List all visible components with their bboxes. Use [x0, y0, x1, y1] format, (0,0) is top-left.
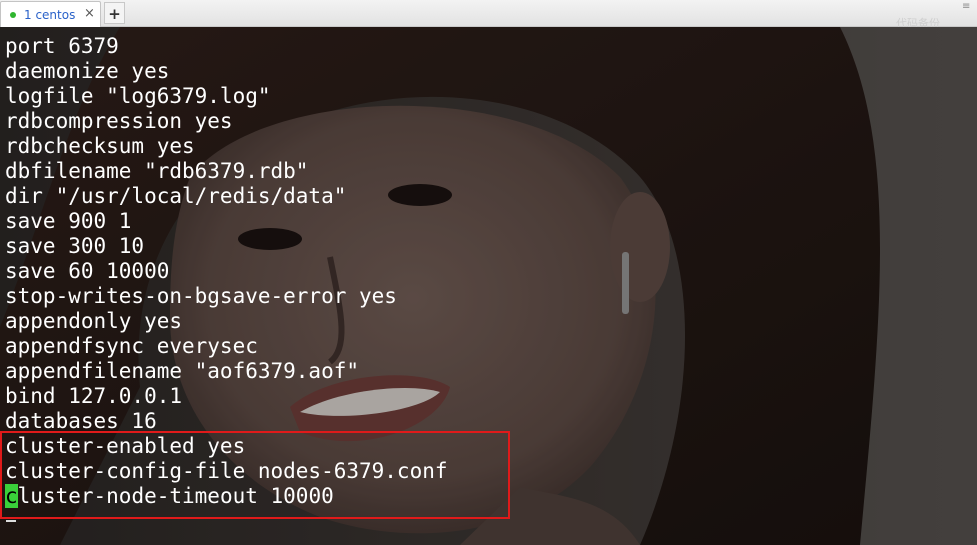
- terminal-line: appendonly yes: [5, 309, 183, 333]
- cluster-config-highlight-box: [0, 431, 510, 519]
- tab-bar: 1 centos × + 代码备份 ≡: [0, 0, 977, 30]
- terminal-app-window: 1 centos × + 代码备份 ≡ port 6379 daemonize …: [0, 0, 977, 545]
- terminal-line: save 900 1: [5, 209, 132, 233]
- terminal-line: rdbchecksum yes: [5, 134, 195, 158]
- tab-session-centos[interactable]: 1 centos ×: [0, 1, 101, 27]
- terminal-line: rdbcompression yes: [5, 109, 233, 133]
- connected-dot-icon: [10, 12, 16, 18]
- close-icon[interactable]: ×: [84, 6, 95, 21]
- terminal-line: save 60 10000: [5, 259, 170, 283]
- terminal-line: daemonize yes: [5, 59, 170, 83]
- terminal-line: port 6379: [5, 34, 119, 58]
- terminal-line: appendfilename "aof6379.aof": [5, 359, 360, 383]
- terminal-line: dbfilename "rdb6379.rdb": [5, 159, 309, 183]
- terminal-line: dir "/usr/local/redis/data": [5, 184, 347, 208]
- terminal-line: bind 127.0.0.1: [5, 384, 183, 408]
- new-tab-button[interactable]: +: [104, 2, 125, 24]
- tab-menu-icon[interactable]: ≡: [962, 1, 970, 12]
- input-caret: [6, 520, 16, 522]
- terminal-line: save 300 10: [5, 234, 145, 258]
- terminal-line: stop-writes-on-bgsave-error yes: [5, 284, 397, 308]
- terminal-line: appendfsync everysec: [5, 334, 258, 358]
- terminal-pane[interactable]: port 6379 daemonize yes logfile "log6379.l…: [0, 27, 977, 545]
- terminal-line: logfile "log6379.log": [5, 84, 271, 108]
- tab-label[interactable]: 1 centos: [24, 8, 75, 22]
